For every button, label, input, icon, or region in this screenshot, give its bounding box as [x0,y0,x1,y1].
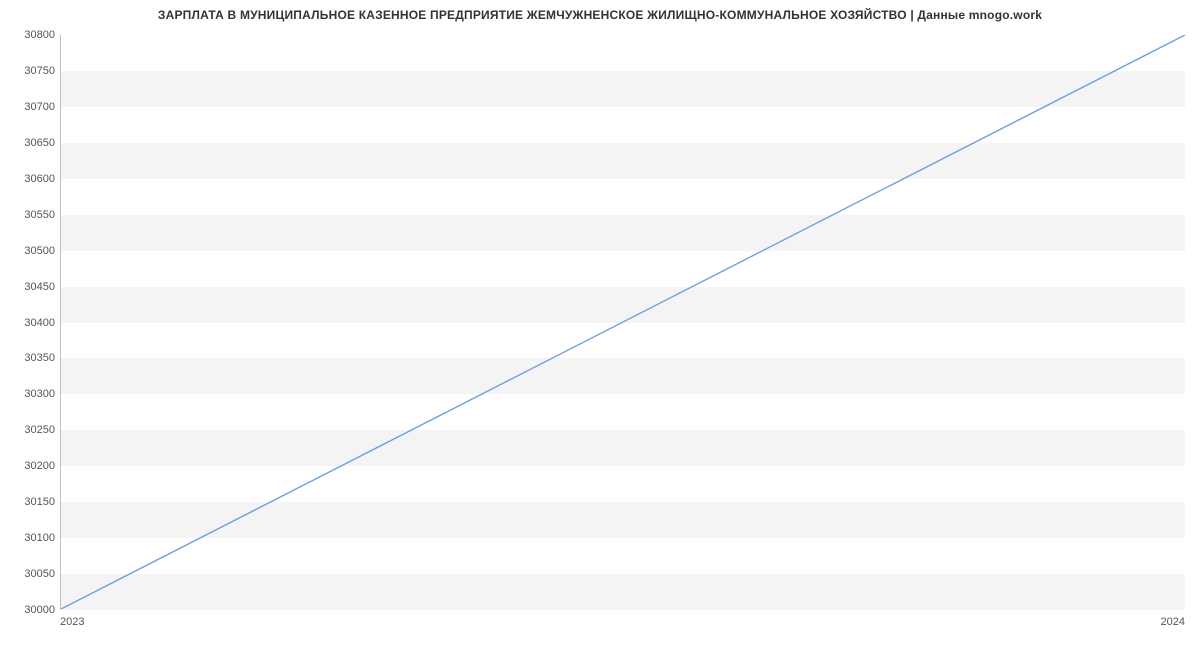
y-tick-label: 30150 [0,496,55,508]
y-tick-label: 30700 [0,101,55,113]
y-tick-label: 30600 [0,173,55,185]
x-tick-label: 2023 [60,616,84,628]
chart-container: ЗАРПЛАТА В МУНИЦИПАЛЬНОЕ КАЗЕННОЕ ПРЕДПР… [0,0,1200,650]
y-tick-label: 30000 [0,604,55,616]
y-tick-label: 30500 [0,245,55,257]
plot-area [60,35,1185,610]
y-tick-label: 30650 [0,137,55,149]
line-layer [61,35,1185,609]
y-tick-label: 30250 [0,424,55,436]
y-tick-label: 30050 [0,568,55,580]
y-tick-label: 30300 [0,388,55,400]
y-axis-ticks: 3000030050301003015030200302503030030350… [0,35,55,610]
x-axis-ticks: 2023 2024 [60,612,1185,632]
y-tick-label: 30350 [0,352,55,364]
chart-title: ЗАРПЛАТА В МУНИЦИПАЛЬНОЕ КАЗЕННОЕ ПРЕДПР… [0,8,1200,22]
x-tick-label: 2024 [1161,616,1185,628]
y-tick-label: 30550 [0,209,55,221]
y-tick-label: 30400 [0,317,55,329]
y-tick-label: 30450 [0,281,55,293]
series-line [61,35,1185,609]
y-tick-label: 30200 [0,460,55,472]
y-tick-label: 30750 [0,65,55,77]
y-tick-label: 30800 [0,29,55,41]
y-tick-label: 30100 [0,532,55,544]
